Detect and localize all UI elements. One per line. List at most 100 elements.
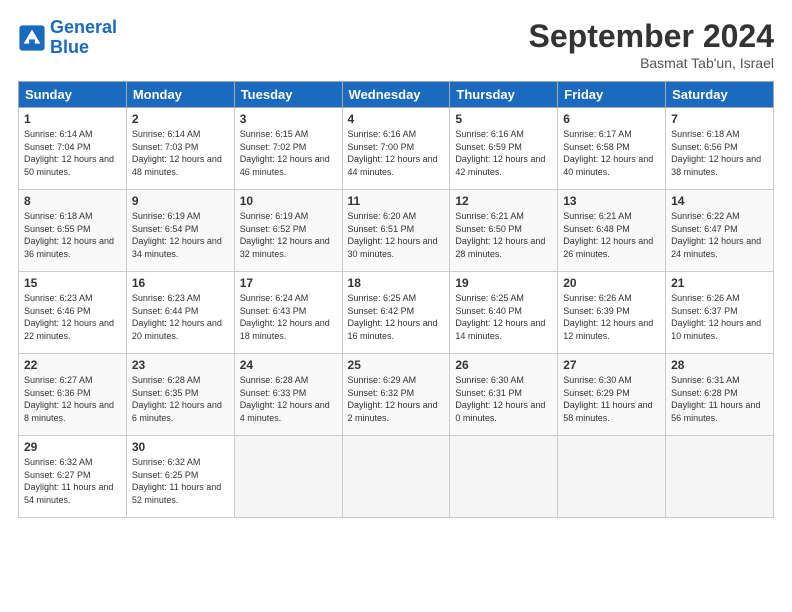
day-number: 30 [132,440,229,454]
logo-line2: Blue [50,37,89,57]
table-row: 28 Sunrise: 6:31 AMSunset: 6:28 PMDaylig… [666,354,774,436]
day-info: Sunrise: 6:16 AMSunset: 7:00 PMDaylight:… [348,129,438,177]
day-info: Sunrise: 6:20 AMSunset: 6:51 PMDaylight:… [348,211,438,259]
table-row: 24 Sunrise: 6:28 AMSunset: 6:33 PMDaylig… [234,354,342,436]
day-info: Sunrise: 6:32 AMSunset: 6:25 PMDaylight:… [132,457,221,505]
table-row: 14 Sunrise: 6:22 AMSunset: 6:47 PMDaylig… [666,190,774,272]
day-info: Sunrise: 6:25 AMSunset: 6:42 PMDaylight:… [348,293,438,341]
table-row: 25 Sunrise: 6:29 AMSunset: 6:32 PMDaylig… [342,354,450,436]
logo-line1: General [50,17,117,37]
day-info: Sunrise: 6:25 AMSunset: 6:40 PMDaylight:… [455,293,545,341]
calendar-table: Sunday Monday Tuesday Wednesday Thursday… [18,81,774,518]
day-number: 24 [240,358,337,372]
day-number: 27 [563,358,660,372]
day-info: Sunrise: 6:24 AMSunset: 6:43 PMDaylight:… [240,293,330,341]
day-info: Sunrise: 6:19 AMSunset: 6:54 PMDaylight:… [132,211,222,259]
col-saturday: Saturday [666,82,774,108]
day-info: Sunrise: 6:28 AMSunset: 6:33 PMDaylight:… [240,375,330,423]
table-row: 9 Sunrise: 6:19 AMSunset: 6:54 PMDayligh… [126,190,234,272]
day-number: 7 [671,112,768,126]
table-row: 4 Sunrise: 6:16 AMSunset: 7:00 PMDayligh… [342,108,450,190]
logo: General Blue [18,18,117,58]
page: General Blue September 2024 Basmat Tab'u… [0,0,792,612]
title-block: September 2024 Basmat Tab'un, Israel [529,18,774,71]
header: General Blue September 2024 Basmat Tab'u… [18,18,774,71]
table-row: 8 Sunrise: 6:18 AMSunset: 6:55 PMDayligh… [19,190,127,272]
day-info: Sunrise: 6:19 AMSunset: 6:52 PMDaylight:… [240,211,330,259]
day-info: Sunrise: 6:26 AMSunset: 6:39 PMDaylight:… [563,293,653,341]
day-number: 3 [240,112,337,126]
col-wednesday: Wednesday [342,82,450,108]
day-number: 8 [24,194,121,208]
day-info: Sunrise: 6:27 AMSunset: 6:36 PMDaylight:… [24,375,114,423]
day-info: Sunrise: 6:15 AMSunset: 7:02 PMDaylight:… [240,129,330,177]
day-info: Sunrise: 6:28 AMSunset: 6:35 PMDaylight:… [132,375,222,423]
day-info: Sunrise: 6:17 AMSunset: 6:58 PMDaylight:… [563,129,653,177]
table-row: 1 Sunrise: 6:14 AMSunset: 7:04 PMDayligh… [19,108,127,190]
table-row: 16 Sunrise: 6:23 AMSunset: 6:44 PMDaylig… [126,272,234,354]
table-row: 7 Sunrise: 6:18 AMSunset: 6:56 PMDayligh… [666,108,774,190]
day-info: Sunrise: 6:16 AMSunset: 6:59 PMDaylight:… [455,129,545,177]
day-number: 25 [348,358,445,372]
col-friday: Friday [558,82,666,108]
logo-text: General Blue [50,18,117,58]
day-number: 21 [671,276,768,290]
table-row: 6 Sunrise: 6:17 AMSunset: 6:58 PMDayligh… [558,108,666,190]
col-thursday: Thursday [450,82,558,108]
location: Basmat Tab'un, Israel [529,55,774,71]
day-number: 6 [563,112,660,126]
table-row: 5 Sunrise: 6:16 AMSunset: 6:59 PMDayligh… [450,108,558,190]
table-row: 26 Sunrise: 6:30 AMSunset: 6:31 PMDaylig… [450,354,558,436]
table-row [234,436,342,518]
table-row [450,436,558,518]
day-info: Sunrise: 6:30 AMSunset: 6:29 PMDaylight:… [563,375,652,423]
table-row: 2 Sunrise: 6:14 AMSunset: 7:03 PMDayligh… [126,108,234,190]
day-number: 9 [132,194,229,208]
table-row: 17 Sunrise: 6:24 AMSunset: 6:43 PMDaylig… [234,272,342,354]
day-number: 28 [671,358,768,372]
day-number: 5 [455,112,552,126]
table-row: 20 Sunrise: 6:26 AMSunset: 6:39 PMDaylig… [558,272,666,354]
calendar-week-row: 1 Sunrise: 6:14 AMSunset: 7:04 PMDayligh… [19,108,774,190]
day-info: Sunrise: 6:18 AMSunset: 6:55 PMDaylight:… [24,211,114,259]
month-title: September 2024 [529,18,774,55]
day-number: 12 [455,194,552,208]
table-row: 29 Sunrise: 6:32 AMSunset: 6:27 PMDaylig… [19,436,127,518]
calendar-week-row: 15 Sunrise: 6:23 AMSunset: 6:46 PMDaylig… [19,272,774,354]
day-number: 16 [132,276,229,290]
day-info: Sunrise: 6:22 AMSunset: 6:47 PMDaylight:… [671,211,761,259]
table-row: 30 Sunrise: 6:32 AMSunset: 6:25 PMDaylig… [126,436,234,518]
table-row [342,436,450,518]
day-number: 14 [671,194,768,208]
logo-icon [18,24,46,52]
table-row: 3 Sunrise: 6:15 AMSunset: 7:02 PMDayligh… [234,108,342,190]
table-row: 12 Sunrise: 6:21 AMSunset: 6:50 PMDaylig… [450,190,558,272]
calendar-week-row: 29 Sunrise: 6:32 AMSunset: 6:27 PMDaylig… [19,436,774,518]
day-info: Sunrise: 6:23 AMSunset: 6:46 PMDaylight:… [24,293,114,341]
table-row: 21 Sunrise: 6:26 AMSunset: 6:37 PMDaylig… [666,272,774,354]
calendar-week-row: 8 Sunrise: 6:18 AMSunset: 6:55 PMDayligh… [19,190,774,272]
table-row: 13 Sunrise: 6:21 AMSunset: 6:48 PMDaylig… [558,190,666,272]
calendar-header-row: Sunday Monday Tuesday Wednesday Thursday… [19,82,774,108]
day-info: Sunrise: 6:14 AMSunset: 7:04 PMDaylight:… [24,129,114,177]
table-row: 18 Sunrise: 6:25 AMSunset: 6:42 PMDaylig… [342,272,450,354]
day-number: 23 [132,358,229,372]
table-row: 10 Sunrise: 6:19 AMSunset: 6:52 PMDaylig… [234,190,342,272]
day-number: 2 [132,112,229,126]
col-monday: Monday [126,82,234,108]
day-info: Sunrise: 6:32 AMSunset: 6:27 PMDaylight:… [24,457,113,505]
table-row [558,436,666,518]
day-number: 26 [455,358,552,372]
table-row: 23 Sunrise: 6:28 AMSunset: 6:35 PMDaylig… [126,354,234,436]
day-number: 18 [348,276,445,290]
table-row: 11 Sunrise: 6:20 AMSunset: 6:51 PMDaylig… [342,190,450,272]
day-info: Sunrise: 6:29 AMSunset: 6:32 PMDaylight:… [348,375,438,423]
table-row [666,436,774,518]
day-number: 1 [24,112,121,126]
day-number: 11 [348,194,445,208]
col-sunday: Sunday [19,82,127,108]
day-info: Sunrise: 6:21 AMSunset: 6:48 PMDaylight:… [563,211,653,259]
day-info: Sunrise: 6:14 AMSunset: 7:03 PMDaylight:… [132,129,222,177]
day-number: 22 [24,358,121,372]
calendar-week-row: 22 Sunrise: 6:27 AMSunset: 6:36 PMDaylig… [19,354,774,436]
